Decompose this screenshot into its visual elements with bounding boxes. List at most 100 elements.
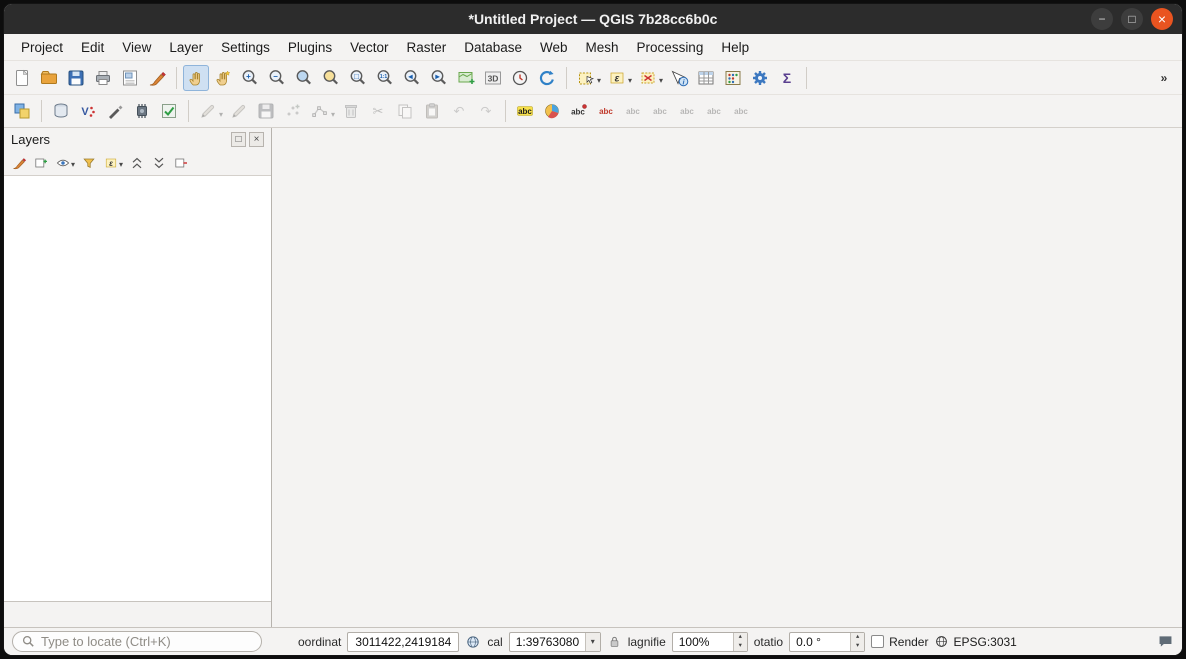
select-by-expression-icon[interactable]: ε xyxy=(604,65,630,91)
layer-diagram-icon[interactable] xyxy=(539,98,565,124)
minimize-icon[interactable]: − xyxy=(1091,8,1113,30)
vertex-tool-icon[interactable] xyxy=(307,98,333,124)
pin-unpin-labels-icon[interactable]: abc xyxy=(620,98,646,124)
menu-project[interactable]: Project xyxy=(12,37,72,58)
collapse-all-icon[interactable] xyxy=(148,152,169,173)
copy-features-icon[interactable] xyxy=(392,98,418,124)
change-label-icon[interactable]: abc xyxy=(728,98,754,124)
render-check-icon[interactable] xyxy=(871,635,884,648)
filter-by-expression-dropdown-icon[interactable]: ▾ xyxy=(119,160,123,169)
remove-layer-icon[interactable] xyxy=(170,152,191,173)
manage-map-themes-icon[interactable] xyxy=(52,152,73,173)
statistical-summary-icon[interactable]: Σ xyxy=(774,65,800,91)
zoom-native-icon[interactable]: 1:1 xyxy=(372,65,398,91)
crs-button[interactable]: EPSG:3031 xyxy=(934,634,1016,649)
menu-database[interactable]: Database xyxy=(455,37,531,58)
menu-edit[interactable]: Edit xyxy=(72,37,113,58)
close-panel-icon[interactable]: × xyxy=(249,132,264,147)
menu-view[interactable]: View xyxy=(113,37,160,58)
save-project-icon[interactable] xyxy=(63,65,89,91)
undo-icon[interactable]: ↶ xyxy=(446,98,472,124)
filter-legend-icon[interactable] xyxy=(78,152,99,173)
lock-scale-icon[interactable] xyxy=(607,634,622,649)
cut-features-icon[interactable]: ✂ xyxy=(365,98,391,124)
map-canvas[interactable] xyxy=(272,128,1182,627)
labeling-single-icon[interactable]: abc xyxy=(566,98,592,124)
locate-input[interactable]: Type to locate (Ctrl+K) xyxy=(12,631,262,652)
zoom-last-icon[interactable]: ◂ xyxy=(399,65,425,91)
new-spatialite-layer-icon[interactable] xyxy=(102,98,128,124)
deselect-features-dropdown-icon[interactable]: ▾ xyxy=(659,76,663,85)
highlight-pinned-labels-icon[interactable]: abc xyxy=(593,98,619,124)
current-edits-icon[interactable] xyxy=(195,98,221,124)
magnifier-spinner[interactable]: 100% ▴▾ xyxy=(672,632,748,652)
extents-toggle-icon[interactable] xyxy=(465,634,481,650)
menu-help[interactable]: Help xyxy=(712,37,758,58)
style-manager-icon[interactable] xyxy=(144,65,170,91)
processing-toolbox-icon[interactable] xyxy=(747,65,773,91)
scale-combo[interactable]: 1:39763080 ▾ xyxy=(509,632,601,652)
menu-mesh[interactable]: Mesh xyxy=(577,37,628,58)
magnifier-spin-icons[interactable]: ▴▾ xyxy=(733,633,747,651)
add-group-icon[interactable] xyxy=(30,152,51,173)
new-map-view-icon[interactable] xyxy=(453,65,479,91)
move-label-icon[interactable]: abc xyxy=(674,98,700,124)
rotate-label-icon[interactable]: abc xyxy=(701,98,727,124)
zoom-to-selection-icon[interactable] xyxy=(318,65,344,91)
field-calculator-icon[interactable] xyxy=(720,65,746,91)
select-by-expression-dropdown-icon[interactable]: ▾ xyxy=(628,76,632,85)
show-layout-manager-icon[interactable] xyxy=(117,65,143,91)
toolbar-overflow-icon[interactable]: » xyxy=(1151,65,1177,91)
float-panel-icon[interactable]: □ xyxy=(231,132,246,147)
zoom-full-icon[interactable] xyxy=(291,65,317,91)
pan-map-to-selection-icon[interactable] xyxy=(210,65,236,91)
messages-icon[interactable] xyxy=(1157,633,1174,650)
new-shapefile-layer-icon[interactable]: V xyxy=(75,98,101,124)
close-icon[interactable]: × xyxy=(1151,8,1173,30)
pan-map-icon[interactable] xyxy=(183,65,209,91)
save-layer-edits-icon[interactable] xyxy=(253,98,279,124)
refresh-map-icon[interactable] xyxy=(534,65,560,91)
menu-vector[interactable]: Vector xyxy=(341,37,397,58)
new-print-layout-icon[interactable] xyxy=(90,65,116,91)
zoom-next-icon[interactable]: ▸ xyxy=(426,65,452,91)
menu-layer[interactable]: Layer xyxy=(160,37,212,58)
vertex-tool-dropdown-icon[interactable]: ▾ xyxy=(331,110,335,119)
show-hide-labels-icon[interactable]: abc xyxy=(647,98,673,124)
menu-raster[interactable]: Raster xyxy=(397,37,455,58)
paste-features-icon[interactable] xyxy=(419,98,445,124)
deselect-features-icon[interactable] xyxy=(635,65,661,91)
filter-by-expression-icon[interactable]: ε xyxy=(100,152,121,173)
new-3d-map-view-icon[interactable]: 3D xyxy=(480,65,506,91)
identify-features-icon[interactable]: i xyxy=(666,65,692,91)
open-layer-styling-icon[interactable] xyxy=(8,152,29,173)
select-features-icon[interactable] xyxy=(573,65,599,91)
expand-all-icon[interactable] xyxy=(126,152,147,173)
coordinate-input[interactable]: 3011422,2419184 xyxy=(347,632,459,652)
menu-settings[interactable]: Settings xyxy=(212,37,279,58)
new-mesh-layer-icon[interactable] xyxy=(129,98,155,124)
new-project-icon[interactable] xyxy=(9,65,35,91)
delete-selected-icon[interactable] xyxy=(338,98,364,124)
new-virtual-layer-icon[interactable] xyxy=(156,98,182,124)
zoom-to-layer-icon[interactable]: □ xyxy=(345,65,371,91)
add-feature-icon[interactable] xyxy=(280,98,306,124)
zoom-in-icon[interactable]: + xyxy=(237,65,263,91)
title-bar[interactable]: *Untitled Project — QGIS 7b28cc6b0c − □ … xyxy=(4,4,1182,34)
open-attribute-table-icon[interactable] xyxy=(693,65,719,91)
current-edits-dropdown-icon[interactable]: ▾ xyxy=(219,110,223,119)
rotation-spin-icons[interactable]: ▴▾ xyxy=(850,633,864,651)
select-features-dropdown-icon[interactable]: ▾ xyxy=(597,76,601,85)
zoom-out-icon[interactable]: − xyxy=(264,65,290,91)
maximize-icon[interactable]: □ xyxy=(1121,8,1143,30)
new-geopackage-layer-icon[interactable] xyxy=(48,98,74,124)
menu-web[interactable]: Web xyxy=(531,37,577,58)
open-project-icon[interactable] xyxy=(36,65,62,91)
layer-labeling-icon[interactable]: abc xyxy=(512,98,538,124)
temporal-controller-icon[interactable] xyxy=(507,65,533,91)
menu-plugins[interactable]: Plugins xyxy=(279,37,341,58)
redo-icon[interactable]: ↷ xyxy=(473,98,499,124)
toggle-editing-icon[interactable] xyxy=(226,98,252,124)
menu-processing[interactable]: Processing xyxy=(628,37,713,58)
data-source-manager-icon[interactable] xyxy=(9,98,35,124)
